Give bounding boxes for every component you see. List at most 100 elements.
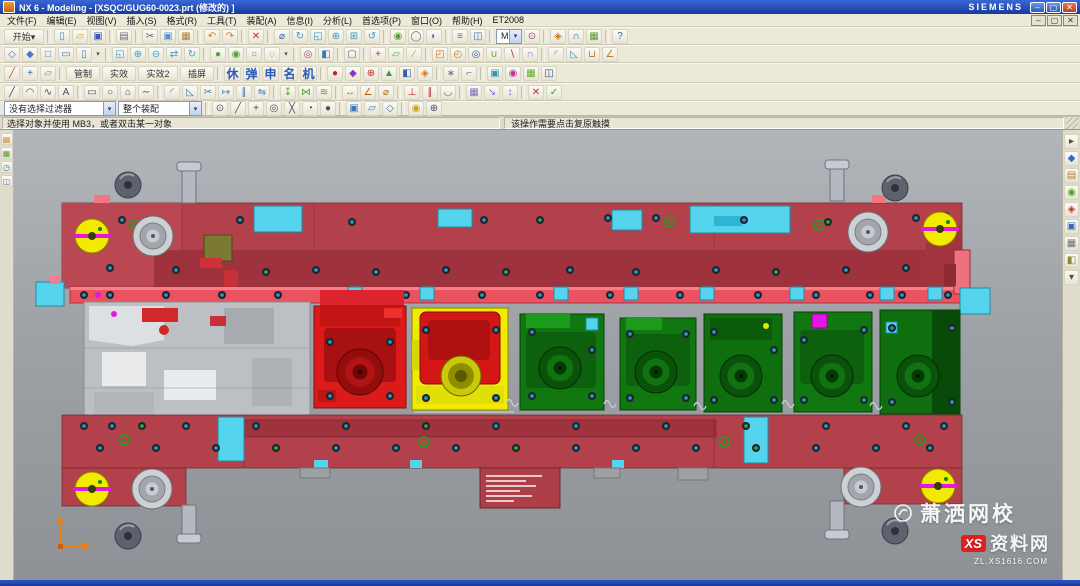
- tool-olive-icon[interactable]: ◧: [1064, 253, 1079, 268]
- hidden-edges-icon[interactable]: ◌: [264, 47, 280, 62]
- angle-dim-icon[interactable]: ∠: [360, 85, 376, 100]
- gear-tool-icon[interactable]: ∗: [443, 66, 459, 81]
- zoom-icon[interactable]: ⊕: [328, 29, 344, 44]
- datum-axis-icon[interactable]: ∕: [406, 47, 422, 62]
- view-cube-icon[interactable]: ◆: [1064, 151, 1079, 166]
- fit-view-icon[interactable]: ◱: [310, 29, 326, 44]
- menu-help[interactable]: 帮助(H): [447, 14, 488, 27]
- circle-icon[interactable]: ○: [102, 85, 118, 100]
- intersect-curve-icon[interactable]: ⋈: [298, 85, 314, 100]
- hole-icon[interactable]: ◎: [468, 47, 484, 62]
- assembly-constraints-icon[interactable]: ∩: [568, 29, 584, 44]
- paste-icon[interactable]: ▦: [178, 29, 194, 44]
- undo-icon[interactable]: ↶: [204, 29, 220, 44]
- stop-icon[interactable]: ✕: [528, 85, 544, 100]
- shaded-view-icon[interactable]: ◉: [390, 29, 406, 44]
- zoom-out-icon[interactable]: ⊖: [148, 47, 164, 62]
- blue-cube-tool-icon[interactable]: ◧: [399, 66, 415, 81]
- minimize-button[interactable]: –: [1030, 2, 1045, 13]
- extend-icon[interactable]: ↦: [218, 85, 234, 100]
- cut-icon[interactable]: ✂: [142, 29, 158, 44]
- tangent-icon[interactable]: ◡: [440, 85, 456, 100]
- fit-icon[interactable]: ◱: [112, 47, 128, 62]
- orange-tool-icon[interactable]: ◈: [417, 66, 433, 81]
- menu-file[interactable]: 文件(F): [2, 14, 42, 27]
- green-tool-icon[interactable]: ▲: [381, 66, 397, 81]
- point-icon[interactable]: +: [370, 47, 386, 62]
- redo-icon[interactable]: ↷: [222, 29, 238, 44]
- mdi-close-button[interactable]: ✕: [1063, 15, 1078, 26]
- snap-point-toggle-icon[interactable]: ⊙: [212, 101, 228, 116]
- history-tab-icon[interactable]: ◷: [1, 161, 13, 173]
- intersection-snap-icon[interactable]: ╳: [284, 101, 300, 116]
- red-dot-tool-icon[interactable]: ●: [327, 66, 343, 81]
- edge-select-icon[interactable]: ▱: [364, 101, 380, 116]
- isometric-view-icon[interactable]: ◆: [22, 47, 38, 62]
- open-icon[interactable]: ▱: [72, 29, 88, 44]
- pattern-curve-icon[interactable]: ▦: [466, 85, 482, 100]
- arc-icon[interactable]: ◠: [22, 85, 38, 100]
- target-tool-icon[interactable]: ⊕: [363, 66, 379, 81]
- menu-analysis[interactable]: 分析(L): [318, 14, 357, 27]
- unite-icon[interactable]: ∪: [486, 47, 502, 62]
- menu-format[interactable]: 格式(R): [162, 14, 203, 27]
- assembly-navigator-tab-icon[interactable]: ▤: [1, 133, 13, 145]
- offset-icon[interactable]: ∥: [236, 85, 252, 100]
- panel-collapse-icon[interactable]: ▸: [1064, 134, 1079, 149]
- move-icon[interactable]: ↕: [502, 85, 518, 100]
- navy-tool-icon[interactable]: ◫: [541, 66, 557, 81]
- trim-icon[interactable]: ✂: [200, 85, 216, 100]
- purple-tool-icon[interactable]: ◆: [345, 66, 361, 81]
- tool-xiu-button[interactable]: 休: [224, 66, 241, 81]
- maximize-button[interactable]: ▢: [1046, 2, 1061, 13]
- tool-gray-icon[interactable]: ▦: [1064, 236, 1079, 251]
- die-upper-plate[interactable]: [62, 195, 962, 288]
- menu-preferences[interactable]: 首选项(P): [357, 14, 406, 27]
- part-navigator-tab-icon[interactable]: ▦: [1, 147, 13, 159]
- menu-view[interactable]: 视图(V): [82, 14, 122, 27]
- zoom-in-icon[interactable]: ⊕: [130, 47, 146, 62]
- revolve-icon[interactable]: ◴: [450, 47, 466, 62]
- center-snap-icon[interactable]: ◎: [266, 101, 282, 116]
- roles-tab-icon[interactable]: ◫: [1, 175, 13, 187]
- station-7-green-die[interactable]: [880, 310, 960, 414]
- diameter-dim-icon[interactable]: ⌀: [378, 85, 394, 100]
- constraint-icon[interactable]: ⊥: [404, 85, 420, 100]
- pan-view-icon[interactable]: ⇄: [166, 47, 182, 62]
- cyan-tool-icon[interactable]: ▣: [487, 66, 503, 81]
- close-button[interactable]: ✕: [1062, 2, 1077, 13]
- render-dropdown-icon[interactable]: ▾: [282, 47, 290, 62]
- window-icon[interactable]: ▢: [344, 47, 360, 62]
- rectangle-icon[interactable]: ▭: [84, 85, 100, 100]
- viewport-3d[interactable]: 萧洒网校 XS 资料网 ZL.XS1616.COM: [14, 130, 1062, 580]
- project-curve-icon[interactable]: ↧: [280, 85, 296, 100]
- existing-point-snap-icon[interactable]: ●: [320, 101, 336, 116]
- edge-blend-icon[interactable]: ◜: [548, 47, 564, 62]
- mb-button[interactable]: MB: [496, 29, 522, 44]
- station-4-green-die[interactable]: [620, 318, 696, 410]
- studio-view-icon[interactable]: ◐: [426, 29, 442, 44]
- draft-icon[interactable]: ∠: [602, 47, 618, 62]
- shaded-edges-icon[interactable]: ◉: [228, 47, 244, 62]
- view-orient-dropdown-icon[interactable]: ▾: [94, 47, 102, 62]
- wcs-triad[interactable]: [56, 515, 91, 550]
- selection-filter-combo[interactable]: 没有选择过滤器: [4, 101, 116, 116]
- check-icon[interactable]: ✓: [546, 85, 562, 100]
- start-button[interactable]: 开始▾: [4, 29, 44, 44]
- front-view-icon[interactable]: ▭: [58, 47, 74, 62]
- dimension-icon[interactable]: ↔: [342, 85, 358, 100]
- menu-insert[interactable]: 插入(S): [122, 14, 162, 27]
- mdi-restore-button[interactable]: ▢: [1047, 15, 1062, 26]
- wireframe-icon[interactable]: ○: [246, 47, 262, 62]
- highlight-icon[interactable]: ◉: [408, 101, 424, 116]
- pan-icon[interactable]: ⊞: [346, 29, 362, 44]
- top-view-icon[interactable]: □: [40, 47, 56, 62]
- spline-icon[interactable]: ∼: [138, 85, 154, 100]
- quadrant-snap-icon[interactable]: ◔: [302, 101, 318, 116]
- lime-tool-icon[interactable]: ▦: [523, 66, 539, 81]
- panel-dropdown-icon[interactable]: ▾: [1064, 270, 1079, 285]
- datum-plane-icon[interactable]: ▱: [388, 47, 404, 62]
- station-3-green-die[interactable]: [520, 314, 604, 410]
- station-6-green-die[interactable]: [794, 312, 872, 412]
- magenta-tool-icon[interactable]: ◉: [505, 66, 521, 81]
